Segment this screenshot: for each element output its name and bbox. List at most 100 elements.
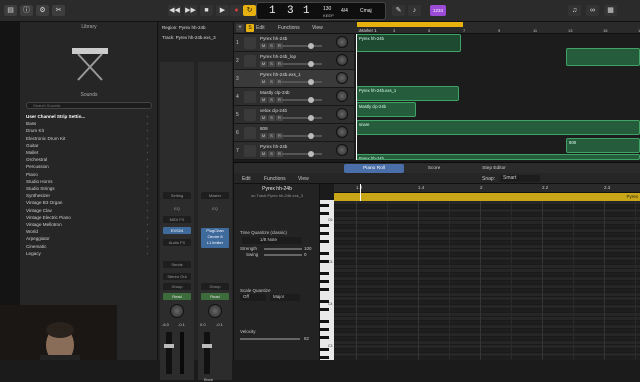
track-pan-knob[interactable] (336, 108, 348, 120)
inspector-track-label[interactable]: Track: Pyrex hh-24b.exs_3 (162, 35, 216, 40)
solo-button[interactable]: S (268, 97, 275, 103)
region[interactable]: Pyrex hh-24b (356, 154, 640, 160)
track-name[interactable]: 808 (260, 126, 268, 131)
library-item[interactable]: Cinematic › (26, 244, 152, 250)
track-volume-slider[interactable] (282, 43, 322, 49)
track-name[interactable]: Pyrex hh-24b.exs_1 (260, 72, 301, 77)
library-item[interactable]: Arpeggiator › (26, 236, 152, 242)
strip2-fader[interactable] (202, 332, 212, 374)
black-key[interactable] (320, 240, 329, 243)
strip1-midi-fx[interactable]: MIDI FX (163, 216, 191, 223)
track-header[interactable]: 3 Pyrex hh-24b.exs_1 M S R (234, 70, 354, 88)
library-item[interactable]: Vintage B3 Organ › (26, 200, 152, 206)
strip2-eq[interactable]: EQ (201, 205, 229, 212)
editor-edit-menu[interactable]: Edit (242, 176, 251, 182)
black-key[interactable] (320, 272, 329, 275)
black-key[interactable] (320, 224, 329, 227)
strip1-output[interactable]: Stereo Out (163, 273, 191, 280)
info-icon[interactable]: ⓘ (20, 5, 33, 16)
library-icon[interactable]: ▤ (4, 5, 17, 16)
strip2-audio-fx[interactable]: PlugChan Ozone 8 L1 limiter (201, 228, 229, 248)
strip1-audio-fx[interactable]: Audio FX (163, 239, 191, 246)
mute-button[interactable]: M (260, 151, 267, 157)
track-s-button[interactable]: S (246, 24, 254, 32)
editor-functions-menu[interactable]: Functions (264, 176, 286, 182)
rewind-icon[interactable]: ◀◀ (168, 5, 181, 16)
library-item[interactable]: Vintage Electric Piano › (26, 215, 152, 221)
library-item[interactable]: Guitar › (26, 143, 152, 149)
track-volume-slider[interactable] (282, 133, 322, 139)
scissors-icon[interactable]: ✂ (52, 5, 65, 16)
strip1-setting[interactable]: Setting (163, 192, 191, 199)
piano-roll-region-bar[interactable]: Pyrex (334, 193, 640, 201)
mute-button[interactable]: M (260, 61, 267, 67)
solo-button[interactable]: S (268, 115, 275, 121)
strip1-group[interactable]: Group (163, 283, 191, 290)
library-item[interactable]: Bass › (26, 121, 152, 127)
marker-label[interactable]: Marker 1 (360, 28, 377, 33)
track-header[interactable]: 5 velox clp-24b M S R (234, 106, 354, 124)
inspector-region-label[interactable]: Region: Pyrex hh-24b (162, 25, 206, 30)
black-key[interactable] (320, 288, 329, 291)
track-header[interactable]: 7 Pyrex hh-24b M S R (234, 142, 354, 160)
track-name[interactable]: Pyrex hh-24b (260, 144, 287, 149)
library-item[interactable]: Drum Kit › (26, 128, 152, 134)
track-header[interactable]: 2 Pyrex hh-24b_lop M S R (234, 52, 354, 70)
track-volume-slider[interactable] (282, 115, 322, 121)
solo-button[interactable]: S (268, 79, 275, 85)
library-item[interactable]: Mallet › (26, 150, 152, 156)
snap-select[interactable]: Smart (500, 175, 540, 182)
library-item[interactable]: World › (26, 229, 152, 235)
black-key[interactable] (320, 308, 329, 311)
settings-icon[interactable]: ⚙ (36, 5, 49, 16)
lcd-time-signature[interactable]: 4/4 (341, 8, 348, 14)
strip1-automation[interactable]: Read (163, 293, 191, 300)
mute-button[interactable]: M (260, 43, 267, 49)
mute-button[interactable]: M (260, 115, 267, 121)
strip2-bounce[interactable]: Bnce (204, 377, 213, 382)
library-item[interactable]: Orchestral › (26, 157, 152, 163)
library-item[interactable]: Percussion › (26, 164, 152, 170)
black-key[interactable] (320, 252, 329, 255)
track-pan-knob[interactable] (336, 36, 348, 48)
fastforward-icon[interactable]: ▶▶ (184, 5, 197, 16)
piano-keyboard[interactable]: C6 C5 C4 C3 (320, 200, 334, 360)
library-item[interactable]: Electronic Drum Kit › (26, 136, 152, 142)
track-pan-knob[interactable] (336, 90, 348, 102)
strip2-automation[interactable]: Read (201, 293, 229, 300)
strip2-group[interactable]: Group (201, 283, 229, 290)
add-track-button[interactable]: + (236, 24, 244, 32)
lcd-tempo[interactable]: 130 (323, 6, 331, 12)
track-name[interactable]: velox clp-24b (260, 108, 287, 113)
black-key[interactable] (320, 320, 329, 323)
cycle-region[interactable] (357, 22, 463, 27)
scale-off-select[interactable]: Off (240, 294, 266, 301)
tracks-functions-menu[interactable]: Functions (278, 25, 300, 31)
strip2-setting[interactable]: Master (201, 192, 229, 199)
arrange-area[interactable]: Pyrex hh-24b Pyrex hh-24b.exs_1 Mastly c… (354, 34, 640, 160)
note-icon[interactable]: ♫ (568, 5, 581, 16)
region[interactable]: 808 (566, 138, 640, 153)
swing-slider[interactable] (264, 254, 302, 256)
track-pan-knob[interactable] (336, 72, 348, 84)
lcd-key[interactable]: Cmaj (360, 8, 372, 14)
solo-button[interactable]: S (268, 61, 275, 67)
strength-slider[interactable] (264, 248, 302, 250)
region[interactable] (566, 48, 640, 66)
library-item[interactable]: Synthesizer › (26, 193, 152, 199)
black-key[interactable] (320, 204, 329, 207)
stop-icon[interactable]: ■ (200, 5, 213, 16)
track-name[interactable]: Pyrex hh-24b_lop (260, 54, 296, 59)
pencil-icon[interactable]: ✎ (392, 5, 405, 16)
tracks-edit-menu[interactable]: Edit (256, 25, 265, 31)
region[interactable]: snare (356, 120, 640, 135)
track-pan-knob[interactable] (336, 54, 348, 66)
track-header[interactable]: 6 808 M S R (234, 124, 354, 142)
black-key[interactable] (320, 348, 329, 351)
region[interactable]: Pyrex hh-24b.exs_1 (356, 86, 459, 101)
quantize-select[interactable]: 1/8 Note (242, 237, 302, 244)
library-item[interactable]: Vintage Mellotron › (26, 222, 152, 228)
library-search-input[interactable] (26, 102, 152, 109)
region[interactable]: Pyrex hh-24b (356, 34, 461, 52)
media-icon[interactable]: ▦ (604, 5, 617, 16)
